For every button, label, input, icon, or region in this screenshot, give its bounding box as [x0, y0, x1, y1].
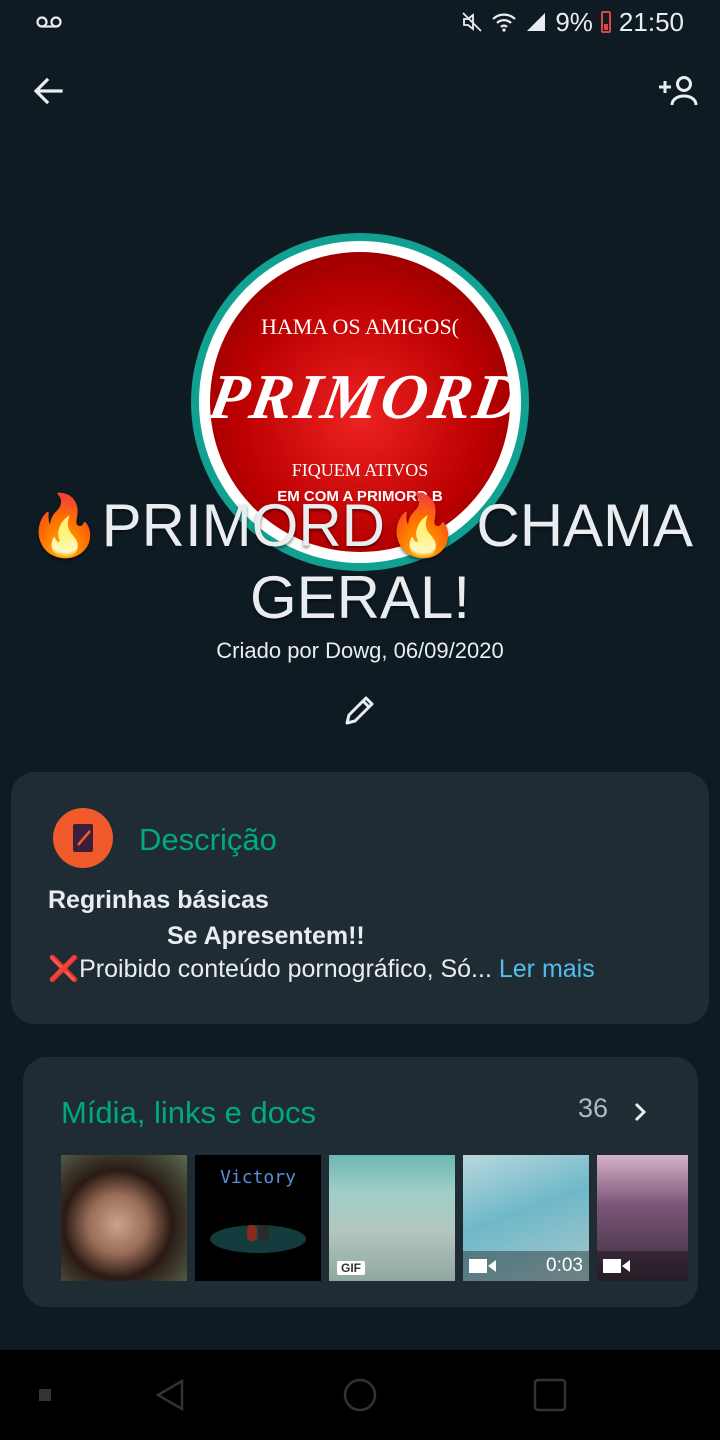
- description-line-1: Regrinhas básicas: [48, 886, 269, 914]
- circle-home-icon: [343, 1378, 377, 1412]
- description-card[interactable]: Descrição Regrinhas básicas Se Apresente…: [11, 772, 709, 1024]
- square-recents-icon: [533, 1378, 567, 1412]
- media-count: 36: [578, 1093, 609, 1123]
- media-thumbnails: Victory GIF 0:03 0: [61, 1155, 688, 1281]
- description-text: ❌Proibido conteúdo pornográfico, Só...: [48, 955, 492, 983]
- edit-note-icon: [53, 808, 113, 868]
- media-links-docs-card[interactable]: Mídia, links e docs 36 Victory GIF 0:03 …: [23, 1057, 698, 1307]
- pencil-icon: [345, 696, 374, 725]
- media-thumbnail[interactable]: 0:03: [463, 1155, 589, 1281]
- avatar-text-top: HAMA OS AMIGOS(: [260, 314, 460, 339]
- media-title: Mídia, links e docs: [61, 1095, 316, 1130]
- video-duration: 0:03: [546, 1255, 583, 1276]
- app-bar: [0, 58, 720, 128]
- wifi-icon: [492, 13, 517, 32]
- clock: 21:50: [618, 6, 684, 37]
- arrow-back-icon: [33, 77, 63, 105]
- keyboard-toggle[interactable]: [30, 1350, 60, 1440]
- group-name-line-2: GERAL!: [249, 564, 471, 631]
- nav-back-button[interactable]: [140, 1350, 200, 1440]
- nav-recents-button[interactable]: [520, 1350, 580, 1440]
- video-icon: [469, 1259, 496, 1273]
- video-icon: [603, 1259, 630, 1273]
- system-navigation-bar: [0, 1350, 720, 1440]
- nav-home-button[interactable]: [330, 1350, 390, 1440]
- battery-icon: [600, 11, 611, 33]
- group-name: 🔥PRIMORD🔥 CHAMA GERAL!: [20, 490, 700, 634]
- gif-badge: GIF: [337, 1261, 365, 1275]
- battery-percent: 9%: [555, 6, 593, 37]
- edit-group-button[interactable]: [338, 688, 382, 732]
- square-dot-icon: [39, 1389, 51, 1401]
- media-thumbnail[interactable]: 0: [597, 1155, 688, 1281]
- back-button[interactable]: [20, 63, 76, 119]
- description-line-3: ❌Proibido conteúdo pornográfico, Só... L…: [48, 955, 595, 984]
- chevron-right-icon[interactable]: [627, 1097, 653, 1127]
- triangle-back-icon: [155, 1378, 184, 1412]
- add-participant-button[interactable]: [650, 63, 706, 119]
- voicemail-icon: [36, 16, 62, 28]
- avatar-text-main: PRIMORD: [210, 361, 510, 432]
- media-thumbnail[interactable]: [61, 1155, 187, 1281]
- mute-icon: [462, 12, 482, 32]
- media-thumbnail[interactable]: GIF: [329, 1155, 455, 1281]
- group-name-line-1: 🔥PRIMORD🔥 CHAMA: [26, 492, 694, 559]
- media-thumbnail[interactable]: Victory: [195, 1155, 321, 1281]
- game-characters-image: [210, 1225, 306, 1253]
- created-by: Criado por Dowg, 06/09/2020: [216, 638, 504, 663]
- description-line-2: Se Apresentem!!: [167, 922, 365, 950]
- status-bar: 9% 21:50: [0, 0, 720, 44]
- description-title: Descrição: [139, 822, 277, 857]
- avatar-text-sub: FIQUEM ATIVOS: [291, 460, 429, 480]
- add-person-icon: [659, 76, 698, 106]
- read-more-link[interactable]: Ler mais: [499, 955, 595, 983]
- signal-icon: [527, 13, 546, 31]
